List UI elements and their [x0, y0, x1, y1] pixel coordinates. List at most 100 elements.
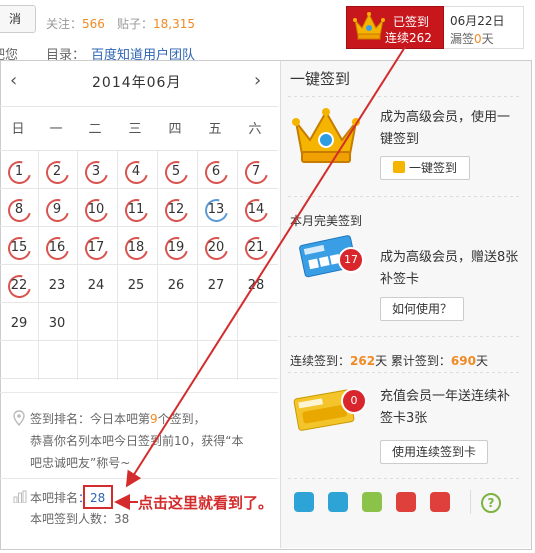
stats-streak-label: 连续签到：: [290, 354, 351, 368]
stats-total-unit: 天: [475, 354, 488, 368]
star-badge-icon[interactable]: [396, 492, 416, 512]
promo-continuous-card: 充值会员一年送连续补签卡3张: [380, 389, 511, 426]
location-pin-icon: [13, 410, 25, 426]
calendar-day[interactable]: 18: [116, 229, 156, 267]
calendar-day[interactable]: 9: [37, 191, 77, 229]
calendar-day[interactable]: 13: [196, 191, 236, 229]
calendar-day[interactable]: 1: [0, 153, 39, 191]
calendar-day[interactable]: 12: [156, 191, 196, 229]
rank-line-3: 吧忠诚吧友”称号~: [30, 456, 131, 470]
calendar-day[interactable]: 27: [196, 267, 236, 305]
calendar-day[interactable]: 17: [76, 229, 116, 267]
next-month-icon[interactable]: ›: [254, 70, 261, 91]
missed-count: 0: [474, 32, 482, 46]
calendar-day[interactable]: 22: [0, 267, 39, 305]
day-number: 23: [48, 278, 66, 293]
how-to-use-button[interactable]: 如何使用？: [380, 297, 464, 321]
promo-one-click: 成为高级会员，使用一键签到: [380, 110, 511, 147]
calendar-day[interactable]: 6: [196, 153, 236, 191]
posts-stat: 贴子：18,315: [117, 15, 195, 32]
rank-line-1b: 个签到，: [157, 412, 206, 426]
weekday-label: 日: [11, 122, 25, 137]
weekday-label: 三: [128, 122, 142, 137]
one-click-sign-button[interactable]: 一键签到: [380, 156, 470, 180]
calendar-day[interactable]: 26: [156, 267, 196, 305]
day-number: 17: [87, 240, 105, 255]
posts-label: 贴子：: [117, 17, 154, 31]
rank-line-1a: 签到排名：今日本吧第: [30, 412, 151, 426]
bug-badge-icon[interactable]: [430, 492, 450, 512]
day-number: 7: [251, 164, 261, 179]
calendar-day[interactable]: 2: [37, 153, 77, 191]
perfect-sign-title: 本月完美签到: [290, 214, 363, 228]
signed-label: 已签到: [393, 15, 430, 29]
calendar-day[interactable]: 3: [76, 153, 116, 191]
calendar-month: 2014年06月: [92, 75, 182, 91]
day-number: 29: [10, 316, 28, 331]
day-number: 14: [247, 202, 265, 217]
rank-line-1: 签到排名：今日本吧第9个签到，: [30, 408, 270, 430]
my-rank-label: 本吧排名: [30, 491, 79, 505]
day-number: 9: [52, 202, 62, 217]
day-number: 27: [207, 278, 225, 293]
streak-label: 连续262天: [385, 31, 432, 62]
divider: [288, 196, 520, 197]
divider: [0, 392, 278, 393]
calendar-day[interactable]: 15: [0, 229, 39, 267]
weekday-label: 四: [168, 122, 182, 137]
sign-date: 06月22日: [450, 14, 505, 28]
day-number: 25: [127, 278, 145, 293]
divider: [470, 490, 471, 514]
use-continuous-card-button[interactable]: 使用连续签到卡: [380, 440, 488, 464]
day-number: 3: [91, 164, 101, 179]
calendar-day[interactable]: 7: [236, 153, 276, 191]
calendar-day[interactable]: 14: [236, 191, 276, 229]
calendar-day[interactable]: 8: [0, 191, 39, 229]
calendar-day[interactable]: 30: [37, 305, 77, 343]
prev-month-icon[interactable]: ‹: [10, 70, 17, 91]
day-number: 20: [207, 240, 225, 255]
annotation-text: 点击这里就看到了。: [138, 494, 274, 512]
divider: [288, 336, 520, 337]
divider: [288, 96, 520, 97]
calendar-day[interactable]: 24: [76, 267, 116, 305]
calendar-day[interactable]: 5: [156, 153, 196, 191]
calendar-day[interactable]: 29: [0, 305, 39, 343]
day-number: 22: [10, 278, 28, 293]
day-number: 21: [247, 240, 265, 255]
calendar-day[interactable]: 16: [37, 229, 77, 267]
member-icon[interactable]: [328, 492, 348, 512]
rank-highlight-box: [83, 485, 113, 509]
day-number: 8: [14, 202, 24, 217]
day-number: 15: [10, 240, 28, 255]
missed-days: 漏签0天: [450, 30, 494, 47]
cancel-button[interactable]: 消: [0, 5, 36, 33]
help-icon[interactable]: ?: [481, 493, 501, 513]
crown-icon: [292, 108, 360, 163]
calendar-day[interactable]: 4: [116, 153, 156, 191]
calendar-day[interactable]: 25: [116, 267, 156, 305]
crown-icon: [353, 12, 385, 40]
calendar-day[interactable]: 10: [76, 191, 116, 229]
divider: [288, 478, 520, 479]
sign-stats: 连续签到：262天 累计签到：690天: [290, 352, 488, 369]
sign-count: 本吧签到人数：38: [30, 512, 130, 526]
weekday-label: 六: [248, 122, 262, 137]
posts-count: 18,315: [153, 17, 196, 31]
day-number: 26: [167, 278, 185, 293]
calendar-day[interactable]: 28: [236, 267, 276, 305]
day-number: 19: [167, 240, 185, 255]
divider: [288, 372, 520, 373]
crown-icon: [392, 161, 405, 173]
calendar-day[interactable]: 23: [37, 267, 77, 305]
calendar-day[interactable]: 19: [156, 229, 196, 267]
calendar-day[interactable]: 11: [116, 191, 156, 229]
vip-icon[interactable]: [294, 492, 314, 512]
weekday-label: 二: [88, 122, 102, 137]
day-number: 13: [207, 202, 225, 217]
b-badge-icon[interactable]: [362, 492, 382, 512]
rank-position: 9: [150, 412, 158, 426]
calendar-day[interactable]: 21: [236, 229, 276, 267]
divider: [0, 106, 278, 107]
calendar-day[interactable]: 20: [196, 229, 236, 267]
